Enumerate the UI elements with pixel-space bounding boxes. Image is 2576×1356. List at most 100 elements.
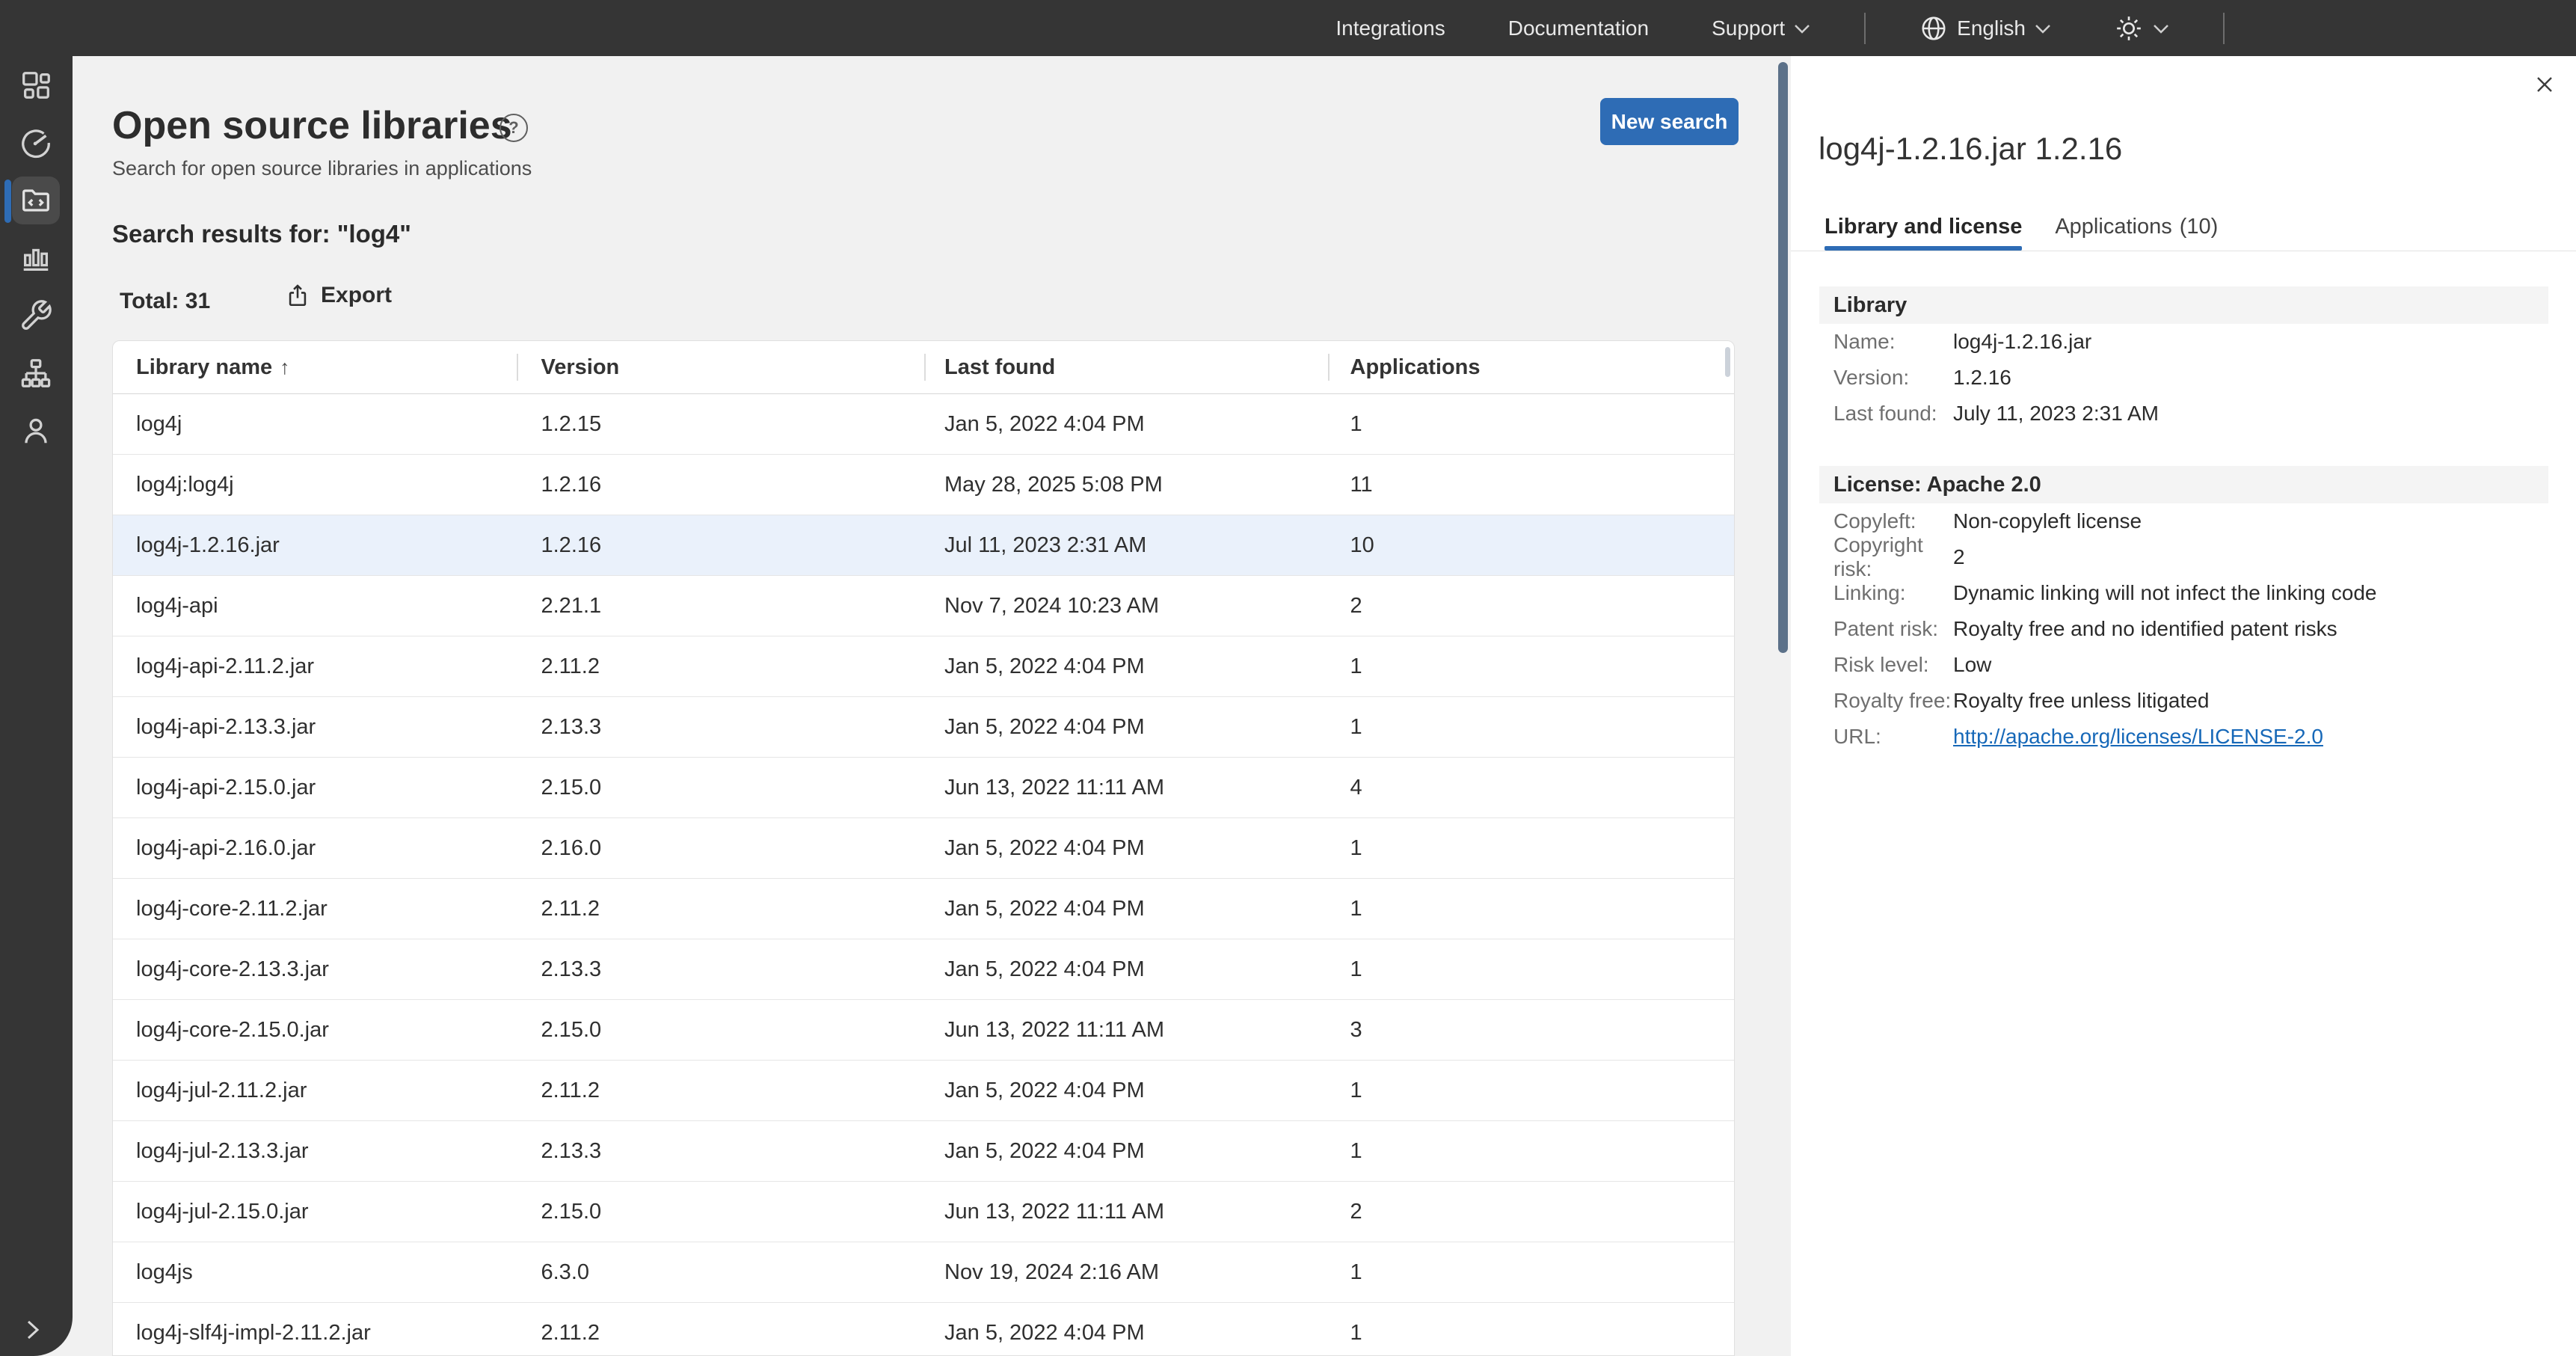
table-cell-library: log4j-core-2.11.2.jar: [113, 897, 517, 921]
table-row[interactable]: log4j-jul-2.13.3.jar2.13.3Jan 5, 2022 4:…: [113, 1121, 1734, 1182]
table-cell-last_found: Jan 5, 2022 4:04 PM: [923, 1139, 1327, 1164]
nav-support[interactable]: Support: [1680, 16, 1842, 40]
table-row[interactable]: log4j-1.2.16.jar1.2.16Jul 11, 2023 2:31 …: [113, 515, 1734, 576]
table-row[interactable]: log4j-api-2.15.0.jar2.15.0Jun 13, 2022 1…: [113, 758, 1734, 818]
table-row[interactable]: log4j-api2.21.1Nov 7, 2024 10:23 AM2: [113, 576, 1734, 636]
detail-field-row: Name:log4j-1.2.16.jar: [1791, 324, 2576, 360]
nav-integrations-label: Integrations: [1335, 16, 1445, 40]
chevron-right-icon: [23, 1317, 43, 1343]
top-nav-items: Integrations Documentation Support Engli…: [1304, 13, 2247, 44]
chevron-down-icon: [2035, 23, 2051, 34]
theme-selector[interactable]: [2082, 13, 2201, 43]
table-cell-last_found: Jan 5, 2022 4:04 PM: [923, 957, 1327, 982]
chevron-down-icon: [1794, 23, 1810, 34]
table-cell-version: 2.13.3: [517, 715, 924, 740]
table-row[interactable]: log4j-api-2.13.3.jar2.13.3Jan 5, 2022 4:…: [113, 697, 1734, 758]
table-row[interactable]: log4j1.2.15Jan 5, 2022 4:04 PM1: [113, 394, 1734, 455]
library-section-header: Library: [1819, 286, 2548, 324]
table-row[interactable]: log4j:log4j1.2.16May 28, 2025 5:08 PM11: [113, 455, 1734, 515]
table-cell-applications: 2: [1327, 594, 1735, 619]
language-selector[interactable]: English: [1888, 14, 2082, 43]
detail-field-row: Last found:July 11, 2023 2:31 AM: [1791, 396, 2576, 432]
table-header-row: Library name ↑ Version Last found Applic…: [113, 341, 1734, 394]
table-cell-library: log4j-api-2.16.0.jar: [113, 836, 517, 861]
license-url-link[interactable]: http://apache.org/licenses/LICENSE-2.0: [1953, 725, 2323, 749]
sidebar-item-dashboard[interactable]: [12, 61, 60, 109]
table-cell-last_found: Jan 5, 2022 4:04 PM: [923, 897, 1327, 921]
page-title: Open source libraries: [112, 103, 512, 148]
table-cell-last_found: Jan 5, 2022 4:04 PM: [923, 1321, 1327, 1346]
table-cell-library: log4js: [113, 1260, 517, 1285]
new-search-button[interactable]: New search: [1600, 98, 1739, 145]
table-cell-last_found: Jan 5, 2022 4:04 PM: [923, 836, 1327, 861]
detail-panel: log4j-1.2.16.jar 1.2.16 Library and lice…: [1791, 56, 2576, 1356]
theme-sun-icon: [2114, 13, 2144, 43]
table-cell-library: log4j-api: [113, 594, 517, 619]
globe-icon: [1919, 14, 1948, 43]
field-label: Copyright risk:: [1833, 533, 1953, 581]
search-results-heading: Search results for: "log4": [112, 220, 411, 248]
table-cell-library: log4j-1.2.16.jar: [113, 533, 517, 558]
table-cell-library: log4j-api-2.15.0.jar: [113, 776, 517, 800]
table-row[interactable]: log4j-core-2.11.2.jar2.11.2Jan 5, 2022 4…: [113, 879, 1734, 939]
table-row[interactable]: log4j-core-2.13.3.jar2.13.3Jan 5, 2022 4…: [113, 939, 1734, 1000]
table-cell-version: 6.3.0: [517, 1260, 924, 1285]
nav-integrations[interactable]: Integrations: [1304, 16, 1476, 40]
table-row[interactable]: log4j-api-2.16.0.jar2.16.0Jan 5, 2022 4:…: [113, 818, 1734, 879]
table-cell-version: 1.2.16: [517, 473, 924, 497]
sidebar-item-open-source-libraries[interactable]: [12, 177, 60, 224]
field-label: Last found:: [1833, 402, 1953, 426]
table-row[interactable]: log4j-jul-2.15.0.jar2.15.0Jun 13, 2022 1…: [113, 1182, 1734, 1242]
field-value: log4j-1.2.16.jar: [1953, 330, 2091, 354]
table-cell-version: 2.16.0: [517, 836, 924, 861]
sidebar-item-infrastructure[interactable]: [12, 349, 60, 397]
sidebar-item-statistics[interactable]: [12, 234, 60, 282]
field-value: Dynamic linking will not infect the link…: [1953, 581, 2377, 605]
table-cell-library: log4j-jul-2.11.2.jar: [113, 1079, 517, 1103]
table-cell-last_found: Jan 5, 2022 4:04 PM: [923, 715, 1327, 740]
column-header-applications[interactable]: Applications: [1327, 355, 1735, 380]
column-divider: [924, 354, 926, 381]
tab-library-and-license[interactable]: Library and license: [1825, 203, 2022, 251]
license-section-fields: Copyleft:Non-copyleft licenseCopyright r…: [1791, 503, 2576, 755]
sidebar-item-gauge[interactable]: [12, 119, 60, 167]
table-cell-version: 2.11.2: [517, 654, 924, 679]
tab-applications[interactable]: Applications (10): [2055, 203, 2218, 251]
table-row[interactable]: log4j-api-2.11.2.jar2.11.2Jan 5, 2022 4:…: [113, 636, 1734, 697]
panel-scrollbar-thumb[interactable]: [1778, 62, 1788, 653]
table-cell-applications: 1: [1327, 1139, 1735, 1164]
detail-field-row: Risk level:Low: [1791, 647, 2576, 683]
sidebar-expand-button[interactable]: [16, 1313, 49, 1346]
table-cell-version: 1.2.16: [517, 533, 924, 558]
export-button[interactable]: Export: [285, 283, 392, 308]
table-cell-last_found: Jan 5, 2022 4:04 PM: [923, 412, 1327, 437]
table-row[interactable]: log4j-jul-2.11.2.jar2.11.2Jan 5, 2022 4:…: [113, 1061, 1734, 1121]
table-row[interactable]: log4j-slf4j-impl-2.11.2.jar2.11.2Jan 5, …: [113, 1303, 1734, 1356]
table-cell-applications: 11: [1327, 473, 1735, 497]
column-header-last-found[interactable]: Last found: [923, 355, 1327, 380]
help-icon[interactable]: ?: [499, 114, 528, 142]
table-cell-library: log4j-api-2.13.3.jar: [113, 715, 517, 740]
sidebar-item-tools[interactable]: [12, 292, 60, 340]
detail-field-row: Patent risk:Royalty free and no identifi…: [1791, 611, 2576, 647]
detail-field-row: URL:http://apache.org/licenses/LICENSE-2…: [1791, 719, 2576, 755]
nav-documentation-label: Documentation: [1508, 16, 1649, 40]
close-button[interactable]: [2530, 70, 2560, 99]
sidebar-item-users[interactable]: [12, 407, 60, 455]
table-cell-library: log4j-core-2.15.0.jar: [113, 1018, 517, 1043]
table-cell-version: 2.13.3: [517, 957, 924, 982]
column-header-version[interactable]: Version: [517, 355, 924, 380]
table-scrollbar-thumb[interactable]: [1725, 347, 1730, 377]
table-row[interactable]: log4js6.3.0Nov 19, 2024 2:16 AM1: [113, 1242, 1734, 1303]
page-subtitle: Search for open source libraries in appl…: [112, 157, 532, 180]
active-item-indicator: [4, 180, 11, 223]
table-cell-applications: 2: [1327, 1200, 1735, 1224]
tab-applications-count: (10): [2180, 215, 2219, 239]
table-cell-applications: 1: [1327, 1260, 1735, 1285]
nav-documentation[interactable]: Documentation: [1477, 16, 1680, 40]
table-cell-applications: 1: [1327, 412, 1735, 437]
table-row[interactable]: log4j-core-2.15.0.jar2.15.0Jun 13, 2022 …: [113, 1000, 1734, 1061]
table-cell-last_found: Jun 13, 2022 11:11 AM: [923, 1200, 1327, 1224]
table-cell-library: log4j-api-2.11.2.jar: [113, 654, 517, 679]
column-header-library-name[interactable]: Library name ↑: [113, 355, 517, 380]
